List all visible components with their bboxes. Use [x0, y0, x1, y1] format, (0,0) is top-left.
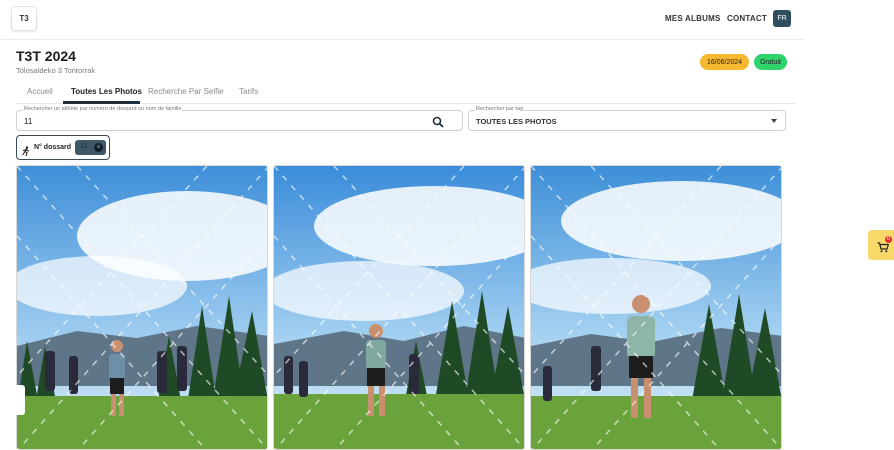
- cart-button[interactable]: 0: [868, 230, 894, 260]
- nav-mes-albums[interactable]: MES ALBUMS: [665, 14, 720, 23]
- athlete-search-field[interactable]: Rechercher un athlète par numéro de doss…: [16, 106, 463, 131]
- bib-filter-box: N° dossard 11 ×: [16, 135, 110, 160]
- photo-1-image: [17, 166, 267, 449]
- tab-tarifs[interactable]: Tarifs: [239, 87, 258, 96]
- bib-filter-chip[interactable]: 11 ×: [75, 140, 106, 155]
- photo-card-2[interactable]: [273, 165, 525, 450]
- page-subtitle: Tolosaldeko 3 Tontorrak: [16, 66, 96, 75]
- runner-icon: [21, 143, 31, 157]
- tag-filter-value[interactable]: TOUTES LES PHOTOS: [476, 117, 557, 126]
- search-field-label: Rechercher un athlète par numéro de doss…: [23, 106, 183, 112]
- top-bar: T3 MES ALBUMS CONTACT FR: [0, 0, 804, 40]
- tab-accueil[interactable]: Accueil: [27, 87, 53, 96]
- tag-filter-select[interactable]: Rechercher par tag TOUTES LES PHOTOS: [468, 106, 786, 131]
- price-badge: Gratuit: [754, 54, 787, 70]
- photo-card-3[interactable]: [530, 165, 782, 450]
- photo-card-1[interactable]: [16, 165, 268, 450]
- date-badge: 16/06/2024: [700, 54, 749, 70]
- nav-contact[interactable]: CONTACT: [727, 14, 767, 23]
- left-edge-handle: [16, 385, 25, 415]
- photo-2-image: [274, 166, 524, 449]
- search-icon[interactable]: [432, 115, 444, 128]
- tab-bar: Accueil Toutes Les Photos Recherche Par …: [16, 82, 796, 104]
- photo-3-image: [531, 166, 781, 449]
- page-title: T3T 2024: [16, 48, 76, 64]
- search-input[interactable]: 11: [24, 117, 32, 126]
- bib-filter-value: 11: [80, 143, 88, 150]
- active-tab-indicator: [63, 101, 140, 104]
- cart-count-badge: 0: [885, 236, 892, 243]
- chevron-down-icon[interactable]: [771, 119, 777, 123]
- tab-toutes-les-photos[interactable]: Toutes Les Photos: [71, 87, 142, 96]
- tab-recherche-par-selfie[interactable]: Recherche Par Selfie: [148, 87, 224, 96]
- logo[interactable]: T3: [11, 6, 37, 31]
- tag-filter-label: Rechercher par tag: [475, 106, 525, 112]
- language-selector[interactable]: FR: [773, 10, 791, 27]
- bib-filter-label: N° dossard: [34, 144, 72, 151]
- close-icon[interactable]: ×: [94, 143, 103, 152]
